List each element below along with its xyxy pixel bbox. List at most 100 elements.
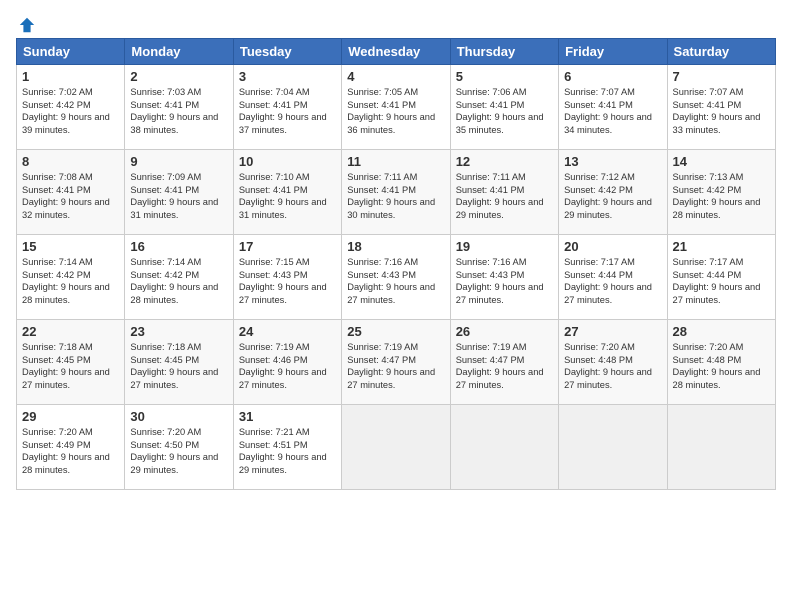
cell-info: Sunrise: 7:18 AMSunset: 4:45 PMDaylight:… — [22, 341, 119, 391]
cell-info: Sunrise: 7:19 AMSunset: 4:46 PMDaylight:… — [239, 341, 336, 391]
cell-info: Sunrise: 7:02 AMSunset: 4:42 PMDaylight:… — [22, 86, 119, 136]
calendar-cell — [559, 405, 667, 490]
day-number: 23 — [130, 324, 227, 339]
day-number: 18 — [347, 239, 444, 254]
cell-info: Sunrise: 7:11 AMSunset: 4:41 PMDaylight:… — [347, 171, 444, 221]
calendar-cell: 6 Sunrise: 7:07 AMSunset: 4:41 PMDaylight… — [559, 65, 667, 150]
calendar-cell: 23 Sunrise: 7:18 AMSunset: 4:45 PMDayligh… — [125, 320, 233, 405]
day-number: 25 — [347, 324, 444, 339]
calendar-cell: 7Sunrise: 7:07 AMSunset: 4:41 PMDaylight… — [667, 65, 775, 150]
calendar-cell: 10 Sunrise: 7:10 AMSunset: 4:41 PMDayligh… — [233, 150, 341, 235]
calendar-cell: 9Sunrise: 7:09 AMSunset: 4:41 PMDaylight… — [125, 150, 233, 235]
day-number: 1 — [22, 69, 119, 84]
cell-info: Sunrise: 7:14 AMSunset: 4:42 PMDaylight:… — [130, 256, 227, 306]
day-number: 10 — [239, 154, 336, 169]
cell-info: Sunrise: 7:04 AMSunset: 4:41 PMDaylight:… — [239, 86, 336, 136]
cell-info: Sunrise: 7:09 AMSunset: 4:41 PMDaylight:… — [130, 171, 227, 221]
day-header-tuesday: Tuesday — [233, 39, 341, 65]
day-header-sunday: Sunday — [17, 39, 125, 65]
calendar-cell — [342, 405, 450, 490]
day-number: 20 — [564, 239, 661, 254]
day-number: 2 — [130, 69, 227, 84]
day-number: 30 — [130, 409, 227, 424]
week-row-1: 1 Sunrise: 7:02 AMSunset: 4:42 PMDaylight… — [17, 65, 776, 150]
day-number: 16 — [130, 239, 227, 254]
day-number: 4 — [347, 69, 444, 84]
cell-info: Sunrise: 7:19 AMSunset: 4:47 PMDaylight:… — [456, 341, 553, 391]
calendar-cell: 12 Sunrise: 7:11 AMSunset: 4:41 PMDayligh… — [450, 150, 558, 235]
calendar-cell: 4 Sunrise: 7:05 AMSunset: 4:41 PMDaylight… — [342, 65, 450, 150]
cell-info: Sunrise: 7:10 AMSunset: 4:41 PMDaylight:… — [239, 171, 336, 221]
calendar-cell — [450, 405, 558, 490]
cell-info: Sunrise: 7:21 AMSunset: 4:51 PMDaylight:… — [239, 426, 336, 476]
day-number: 22 — [22, 324, 119, 339]
calendar-cell: 3Sunrise: 7:04 AMSunset: 4:41 PMDaylight… — [233, 65, 341, 150]
calendar-cell: 26 Sunrise: 7:19 AMSunset: 4:47 PMDayligh… — [450, 320, 558, 405]
day-header-wednesday: Wednesday — [342, 39, 450, 65]
day-number: 13 — [564, 154, 661, 169]
header — [16, 16, 776, 30]
calendar-cell: 29Sunrise: 7:20 AMSunset: 4:49 PMDayligh… — [17, 405, 125, 490]
cell-info: Sunrise: 7:07 AMSunset: 4:41 PMDaylight:… — [564, 86, 661, 136]
cell-info: Sunrise: 7:19 AMSunset: 4:47 PMDaylight:… — [347, 341, 444, 391]
calendar-cell: 8Sunrise: 7:08 AMSunset: 4:41 PMDaylight… — [17, 150, 125, 235]
calendar-cell: 27 Sunrise: 7:20 AMSunset: 4:48 PMDayligh… — [559, 320, 667, 405]
calendar-cell: 30 Sunrise: 7:20 AMSunset: 4:50 PMDayligh… — [125, 405, 233, 490]
day-header-thursday: Thursday — [450, 39, 558, 65]
day-number: 27 — [564, 324, 661, 339]
day-number: 17 — [239, 239, 336, 254]
day-number: 12 — [456, 154, 553, 169]
cell-info: Sunrise: 7:18 AMSunset: 4:45 PMDaylight:… — [130, 341, 227, 391]
cell-info: Sunrise: 7:13 AMSunset: 4:42 PMDaylight:… — [673, 171, 770, 221]
day-number: 6 — [564, 69, 661, 84]
cell-info: Sunrise: 7:17 AMSunset: 4:44 PMDaylight:… — [564, 256, 661, 306]
day-number: 26 — [456, 324, 553, 339]
day-header-monday: Monday — [125, 39, 233, 65]
calendar-cell: 20 Sunrise: 7:17 AMSunset: 4:44 PMDayligh… — [559, 235, 667, 320]
logo — [16, 16, 36, 30]
day-number: 7 — [673, 69, 770, 84]
day-number: 15 — [22, 239, 119, 254]
day-header-saturday: Saturday — [667, 39, 775, 65]
calendar-cell — [667, 405, 775, 490]
calendar-header-row: SundayMondayTuesdayWednesdayThursdayFrid… — [17, 39, 776, 65]
calendar-cell: 13 Sunrise: 7:12 AMSunset: 4:42 PMDayligh… — [559, 150, 667, 235]
week-row-5: 29Sunrise: 7:20 AMSunset: 4:49 PMDayligh… — [17, 405, 776, 490]
calendar-cell: 11 Sunrise: 7:11 AMSunset: 4:41 PMDayligh… — [342, 150, 450, 235]
cell-info: Sunrise: 7:05 AMSunset: 4:41 PMDaylight:… — [347, 86, 444, 136]
day-number: 11 — [347, 154, 444, 169]
cell-info: Sunrise: 7:17 AMSunset: 4:44 PMDaylight:… — [673, 256, 770, 306]
calendar-cell: 31Sunrise: 7:21 AMSunset: 4:51 PMDayligh… — [233, 405, 341, 490]
week-row-2: 8Sunrise: 7:08 AMSunset: 4:41 PMDaylight… — [17, 150, 776, 235]
cell-info: Sunrise: 7:11 AMSunset: 4:41 PMDaylight:… — [456, 171, 553, 221]
calendar-cell: 28 Sunrise: 7:20 AMSunset: 4:48 PMDayligh… — [667, 320, 775, 405]
calendar-cell: 17 Sunrise: 7:15 AMSunset: 4:43 PMDayligh… — [233, 235, 341, 320]
cell-info: Sunrise: 7:20 AMSunset: 4:50 PMDaylight:… — [130, 426, 227, 476]
page: SundayMondayTuesdayWednesdayThursdayFrid… — [0, 0, 792, 612]
cell-info: Sunrise: 7:20 AMSunset: 4:48 PMDaylight:… — [564, 341, 661, 391]
day-number: 14 — [673, 154, 770, 169]
cell-info: Sunrise: 7:20 AMSunset: 4:48 PMDaylight:… — [673, 341, 770, 391]
calendar-cell: 16 Sunrise: 7:14 AMSunset: 4:42 PMDayligh… — [125, 235, 233, 320]
cell-info: Sunrise: 7:12 AMSunset: 4:42 PMDaylight:… — [564, 171, 661, 221]
cell-info: Sunrise: 7:15 AMSunset: 4:43 PMDaylight:… — [239, 256, 336, 306]
calendar-cell: 21 Sunrise: 7:17 AMSunset: 4:44 PMDayligh… — [667, 235, 775, 320]
calendar-cell: 25 Sunrise: 7:19 AMSunset: 4:47 PMDayligh… — [342, 320, 450, 405]
cell-info: Sunrise: 7:06 AMSunset: 4:41 PMDaylight:… — [456, 86, 553, 136]
cell-info: Sunrise: 7:16 AMSunset: 4:43 PMDaylight:… — [456, 256, 553, 306]
calendar-cell: 15Sunrise: 7:14 AMSunset: 4:42 PMDayligh… — [17, 235, 125, 320]
logo-icon — [18, 16, 36, 34]
day-number: 21 — [673, 239, 770, 254]
week-row-4: 22 Sunrise: 7:18 AMSunset: 4:45 PMDayligh… — [17, 320, 776, 405]
cell-info: Sunrise: 7:20 AMSunset: 4:49 PMDaylight:… — [22, 426, 119, 476]
day-number: 24 — [239, 324, 336, 339]
calendar-cell: 18 Sunrise: 7:16 AMSunset: 4:43 PMDayligh… — [342, 235, 450, 320]
day-number: 28 — [673, 324, 770, 339]
day-number: 8 — [22, 154, 119, 169]
calendar-cell: 14 Sunrise: 7:13 AMSunset: 4:42 PMDayligh… — [667, 150, 775, 235]
calendar-cell: 24 Sunrise: 7:19 AMSunset: 4:46 PMDayligh… — [233, 320, 341, 405]
day-number: 19 — [456, 239, 553, 254]
day-header-friday: Friday — [559, 39, 667, 65]
cell-info: Sunrise: 7:16 AMSunset: 4:43 PMDaylight:… — [347, 256, 444, 306]
week-row-3: 15 Sunrise: 7:14 AMSunset: 4:42 PMDayligh… — [17, 235, 776, 320]
